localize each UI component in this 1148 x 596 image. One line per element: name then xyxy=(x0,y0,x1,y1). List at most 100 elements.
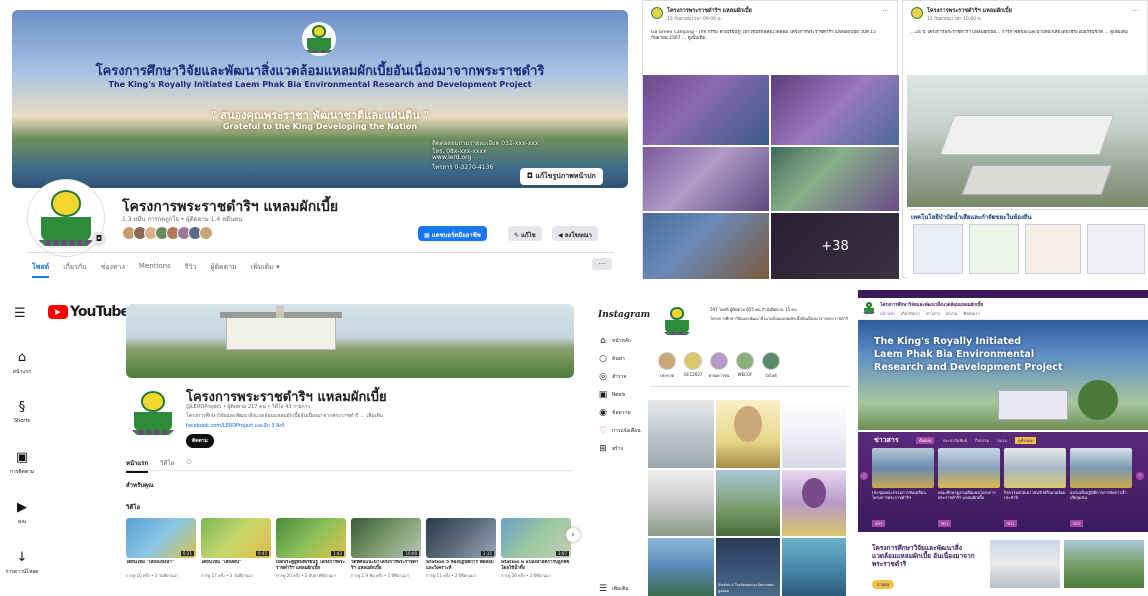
post-thumbnail[interactable] xyxy=(716,400,780,468)
subscribe-button[interactable]: ติดตาม xyxy=(186,434,214,448)
cover-photo[interactable]: โครงการศึกษาวิจัยและพัฒนาสิ่งแวดล้อมแหลม… xyxy=(12,10,628,188)
news-caption[interactable]: กิจกรรมค่ายเยาวชนรักษ์สิ่งแวดล้อม ประจำป… xyxy=(1004,490,1066,510)
video-card[interactable]: 0:21 ได้ยินไหม "เสียงแห่งน้ำ" การดู 10 ครั… xyxy=(126,518,196,579)
highlight[interactable]: ไฮไลต์ xyxy=(760,352,782,379)
nav-messages[interactable]: ◉ ข้อความ xyxy=(598,408,631,418)
news-caption[interactable]: อบรมเชิงปฏิบัติการการจัดการน้ำเสียชุมชน xyxy=(1070,490,1132,510)
nav-reels[interactable]: ▣ Reels xyxy=(598,390,626,400)
menu-about[interactable]: เกี่ยวกับเรา xyxy=(901,310,920,317)
highlight[interactable]: ประกวด xyxy=(656,352,678,379)
post-time[interactable]: 15 กันยายน เวลา 09:00 น. xyxy=(667,15,752,22)
menu-works[interactable]: ผลงาน xyxy=(946,310,958,317)
news-tab-activity[interactable]: กิจกรรม xyxy=(975,437,989,444)
news-tab-viewall[interactable]: ดูทั้งหมด xyxy=(1015,437,1037,444)
video-title[interactable]: ได้ยินไหม "เสียงดิน" xyxy=(201,560,271,572)
ads-button[interactable]: ◀ ลงโฆษณา xyxy=(552,226,598,241)
news-caption[interactable]: คณะศึกษาดูงานเยี่ยมชมโครงการพระราชดำริฯ … xyxy=(938,490,1000,510)
menu-icon[interactable]: ☰ xyxy=(14,306,26,321)
news-tab-pr[interactable]: ประชาสัมพันธ์ xyxy=(942,437,967,444)
news-card[interactable]: คณะศึกษาดูงานเยี่ยมชมโครงการพระราชดำริฯ … xyxy=(938,448,1000,529)
nav-you[interactable]: ▶ คุณ xyxy=(2,500,42,526)
highlight[interactable]: ค่ายเยาวชน xyxy=(708,352,730,379)
post-photo[interactable] xyxy=(771,147,899,211)
nav-explore[interactable]: ◎ สำรวจ xyxy=(598,372,626,382)
nav-shorts[interactable]: § Shorts xyxy=(2,400,42,424)
edit-button[interactable]: ✎ แก้ไข xyxy=(508,226,542,241)
profile-picture[interactable] xyxy=(660,304,694,338)
site-brand[interactable]: โครงการศึกษาวิจัยและพัฒนาสิ่งแวดล้อมแหลม… xyxy=(880,301,990,308)
channel-link[interactable]: facebook.com/LERDProject และอีก 3 ลิงก์ xyxy=(186,422,285,430)
news-tab-training[interactable]: อบรม xyxy=(997,437,1007,444)
camera-icon[interactable]: ◘ xyxy=(92,232,106,246)
tab-more[interactable]: เพิ่มเติม ▾ xyxy=(251,262,280,278)
menu-home[interactable]: หน้าแรก xyxy=(880,310,895,317)
post-author[interactable]: โครงการพระราชดำริฯ แหลมผักเบี้ย xyxy=(667,7,752,15)
post-thumbnail[interactable]: Station 4 โรงคัดแยกและจัดการขยะมูลฝอย xyxy=(716,538,780,596)
dashboard-button[interactable]: ▦ แดชบอร์ดมืออาชีพ xyxy=(418,226,487,241)
tab-mentions[interactable]: Mentions xyxy=(139,262,171,278)
nav-notifications[interactable]: ♡ การแจ้งเตือน xyxy=(598,426,641,436)
post-thumbnail[interactable] xyxy=(716,470,780,536)
nav-home[interactable]: ⌂ หน้าหลัก xyxy=(598,336,631,346)
tab-reviews[interactable]: รีวิว xyxy=(185,262,197,278)
youtube-logo[interactable]: ▶ YouTube TH xyxy=(48,304,138,320)
tab-channels[interactable]: ช่องทาง xyxy=(101,262,125,278)
post-photo-more[interactable]: +38 xyxy=(771,213,899,279)
video-title[interactable]: วีดิทัศน์แนะนำโครงการพระราชดำริฯ แหลมผัก… xyxy=(351,560,421,572)
post-author[interactable]: โครงการพระราชดำริฯ แหลมผักเบี้ย xyxy=(927,7,1012,15)
post-thumbnail[interactable] xyxy=(648,470,714,536)
video-title[interactable]: ได้ยินไหม "เสียงแห่งน้ำ" xyxy=(126,560,196,572)
news-card[interactable]: กิจกรรมค่ายเยาวชนรักษ์สิ่งแวดล้อม ประจำป… xyxy=(1004,448,1066,529)
post-photo[interactable] xyxy=(907,75,1148,207)
news-tab-all[interactable]: ทั้งหมด xyxy=(916,437,935,444)
chevron-left-icon[interactable]: ‹ xyxy=(860,472,868,480)
more-options-button[interactable]: ··· xyxy=(592,258,612,270)
news-caption[interactable]: ประชุมคณะกรรมการขับเคลื่อนโครงการพระราชด… xyxy=(872,490,934,510)
edit-cover-button[interactable]: ◘ แก้ไขรูปภาพหน้าปก xyxy=(520,168,603,185)
nav-subscriptions[interactable]: ▣ การติดตาม xyxy=(2,450,42,476)
post-thumbnail[interactable] xyxy=(782,470,846,536)
post-menu-icon[interactable]: ··· xyxy=(882,7,889,22)
video-title[interactable]: Station 6 แปลงสาธิตการปลูกพืชโดยใช้น้ำทิ… xyxy=(501,560,571,572)
post-infographic[interactable]: เทคโนโลยีบำบัดน้ำเสียและกำจัดขยะในท้องถิ… xyxy=(907,209,1148,279)
tab-posts[interactable]: โพสต์ xyxy=(32,262,50,278)
menu-news[interactable]: ข่าวสาร xyxy=(926,310,940,317)
channel-description[interactable]: โครงการศึกษาวิจัยและพัฒนาสิ่งแวดล้อมแหลม… xyxy=(186,412,383,420)
profile-picture[interactable] xyxy=(28,180,104,256)
highlight[interactable]: GCC2027 xyxy=(682,352,704,377)
post-thumbnail[interactable] xyxy=(782,400,846,468)
post-thumbnail[interactable] xyxy=(782,538,846,596)
nav-search[interactable]: ○ ค้นหา xyxy=(598,354,625,364)
read-more-button[interactable]: อ่านต่อ xyxy=(872,580,895,589)
nav-home[interactable]: ⌂ หน้าแรก xyxy=(2,350,42,376)
nav-more[interactable]: ☰ เพิ่มเติม xyxy=(598,584,629,594)
news-card[interactable]: อบรมเชิงปฏิบัติการการจัดการน้ำเสียชุมชนข… xyxy=(1070,448,1132,529)
facebook-post-camp[interactable]: โครงการพระราชดำริฯ แหลมผักเบี้ย 15 กันยาย… xyxy=(642,0,899,279)
video-card[interactable]: 10:00 วีดิทัศน์แนะนำโครงการพระราชดำริฯ แห… xyxy=(351,518,421,579)
nav-downloads[interactable]: ↓ การดาวน์โหลด xyxy=(2,550,42,576)
post-time[interactable]: 11 กันยายน เวลา 10:00 น. xyxy=(927,15,1012,22)
video-card[interactable]: 0:45 ได้ยินไหม "เสียงดิน" การดู 17 ครั้ง •… xyxy=(201,518,271,579)
video-title[interactable]: Station 5 ห้องปฏิบัติการ ทดสอบและวิเคราะ… xyxy=(426,560,496,572)
post-photo[interactable] xyxy=(771,75,899,145)
video-title[interactable]: เปิดประตูสู่พื้นที่เรียนรู้ โครงการพระรา… xyxy=(276,560,346,572)
news-card[interactable]: ประชุมคณะกรรมการขับเคลื่อนโครงการพระราชด… xyxy=(872,448,934,529)
follower-avatars[interactable] xyxy=(122,226,213,240)
post-thumbnail[interactable] xyxy=(648,400,714,468)
facebook-post-wastewater[interactable]: โครงการพระราชดำริฯ แหลมผักเบี้ย 11 กันยาย… xyxy=(902,0,1148,279)
post-photo[interactable] xyxy=(643,213,769,279)
tab-followers[interactable]: ผู้ติดตาม xyxy=(210,262,236,278)
post-thumbnail[interactable] xyxy=(648,538,714,596)
menu-contact[interactable]: ติดต่อเรา xyxy=(964,310,980,317)
highlight[interactable]: WECOF xyxy=(734,352,756,377)
post-menu-icon[interactable]: ··· xyxy=(1132,7,1139,22)
instagram-logo[interactable]: Instagram xyxy=(598,310,650,320)
nav-create[interactable]: ⊞ สร้าง xyxy=(598,444,623,454)
video-card[interactable]: 2:35 Station 5 ห้องปฏิบัติการ ทดสอบและวิเ… xyxy=(426,518,496,579)
channel-avatar[interactable] xyxy=(126,386,180,440)
video-card[interactable]: 1:43 เปิดประตูสู่พื้นที่เรียนรู้ โครงการพ… xyxy=(276,518,346,579)
site-logo[interactable] xyxy=(862,301,876,315)
post-photo[interactable] xyxy=(643,75,769,145)
video-card[interactable]: 2:07 Station 6 แปลงสาธิตการปลูกพืชโดยใช้น… xyxy=(501,518,571,579)
chevron-right-icon[interactable]: › xyxy=(1136,472,1144,480)
